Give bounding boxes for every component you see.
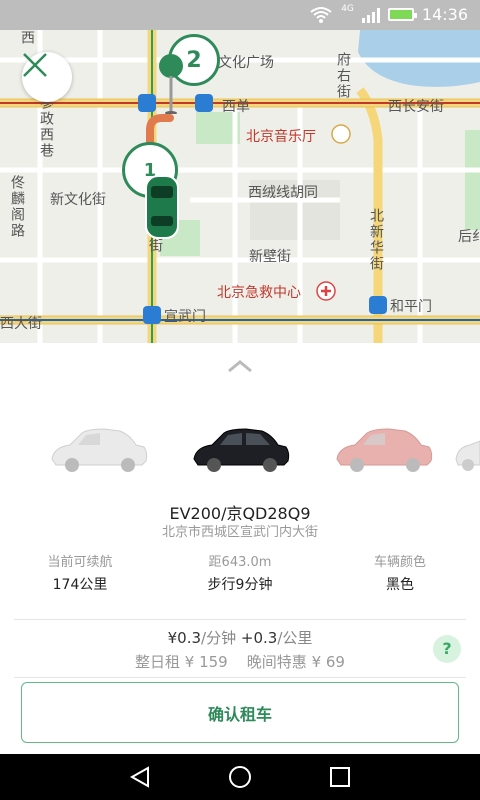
- map-label: 北京音乐厅: [246, 129, 316, 145]
- car-thumbnail-white[interactable]: [48, 423, 150, 473]
- map-label: 西长安街: [388, 99, 444, 115]
- vehicle-address: 北京市西城区宣武门内大街: [161, 525, 318, 540]
- stat-distance: 距643.0m 步行9分钟: [160, 551, 320, 594]
- price-rate: ¥0.3/分钟 +0.3/公里: [0, 627, 480, 648]
- car-thumbnail-red[interactable]: [333, 423, 435, 473]
- price-plus: +: [240, 629, 254, 647]
- stat-value: 黑色: [386, 577, 414, 593]
- map-label: 北京急救中心: [217, 285, 301, 301]
- divider: [14, 619, 466, 620]
- car-marker-icon: [145, 175, 179, 239]
- status-time: 14:36: [421, 5, 468, 24]
- map-label: 宣武门: [164, 309, 206, 325]
- price-unit-minute: /分钟: [201, 629, 237, 647]
- wifi-icon: [310, 6, 332, 23]
- map-label: 新壁街: [249, 249, 291, 265]
- price-packages: 整日租 ¥ 159 晚间特惠 ¥ 69: [135, 653, 345, 671]
- back-button[interactable]: [126, 763, 154, 791]
- car-thumbnail-black-selected[interactable]: [190, 423, 292, 473]
- destination-pin-icon: [159, 54, 183, 114]
- stat-value: 174公里: [52, 577, 108, 593]
- app-screen: 4G 14:36 西 文化广场 府右街 参政西巷 西单 西长安街 北京音乐厅 佟…: [0, 0, 480, 800]
- stat-range: 当前可续航 174公里: [0, 551, 160, 594]
- map-label: 府右街: [335, 52, 351, 100]
- map-label: 和平门: [390, 299, 432, 315]
- map-label: 新文化街: [50, 192, 106, 208]
- battery-icon: [387, 8, 417, 21]
- map-view[interactable]: 西 文化广场 府右街 参政西巷 西单 西长安街 北京音乐厅 佟麟阁路 新文化街 …: [0, 30, 480, 343]
- price-per-km: 0.3: [253, 629, 278, 647]
- back-triangle-icon: [129, 766, 149, 788]
- divider: [14, 677, 466, 678]
- close-button[interactable]: [22, 52, 72, 102]
- system-nav-bar: [0, 754, 480, 800]
- status-bar: 4G 14:36: [0, 0, 480, 30]
- vehicle-sheet: EV200/京QD28Q9 北京市西城区宣武门内大街 当前可续航 174公里 距…: [0, 343, 480, 754]
- stat-label: 车辆颜色: [373, 555, 426, 570]
- status-icons: 4G 14:36: [309, 3, 468, 24]
- stat-value: 步行9分钟: [207, 577, 273, 593]
- map-label: 文化广场: [218, 55, 274, 71]
- car-thumbnail-partial[interactable]: [452, 423, 480, 473]
- close-icon: [23, 53, 47, 77]
- confirm-rent-button[interactable]: 确认租车: [21, 682, 459, 743]
- home-button[interactable]: [226, 763, 254, 791]
- signal-icon: [361, 7, 380, 23]
- map-label: 西大街: [0, 316, 42, 332]
- pricing-help-button[interactable]: ?: [433, 635, 461, 663]
- car-carousel[interactable]: [0, 423, 480, 493]
- stat-label: 距643.0m: [208, 555, 272, 570]
- map-label: 西绒线胡同: [248, 185, 318, 201]
- stat-color: 车辆颜色 黑色: [320, 551, 480, 594]
- map-label: 西单: [222, 99, 250, 115]
- map-label: 佟麟阁路: [9, 175, 25, 239]
- home-circle-icon: [229, 766, 251, 788]
- recents-button[interactable]: [326, 763, 354, 791]
- recents-square-icon: [330, 767, 350, 787]
- chevron-up-icon[interactable]: [226, 359, 254, 373]
- network-type: 4G: [341, 3, 354, 14]
- map-label: 参政西巷: [38, 95, 54, 159]
- price-per-minute: ¥0.3: [167, 629, 202, 647]
- price-unit-km: /公里: [277, 629, 313, 647]
- vehicle-stats: 当前可续航 174公里 距643.0m 步行9分钟 车辆颜色 黑色: [0, 551, 480, 594]
- map-label: 北新华街: [368, 208, 384, 272]
- stat-label: 当前可续航: [47, 555, 113, 570]
- map-label: 后纟: [458, 229, 480, 245]
- map-label: 西: [19, 30, 35, 46]
